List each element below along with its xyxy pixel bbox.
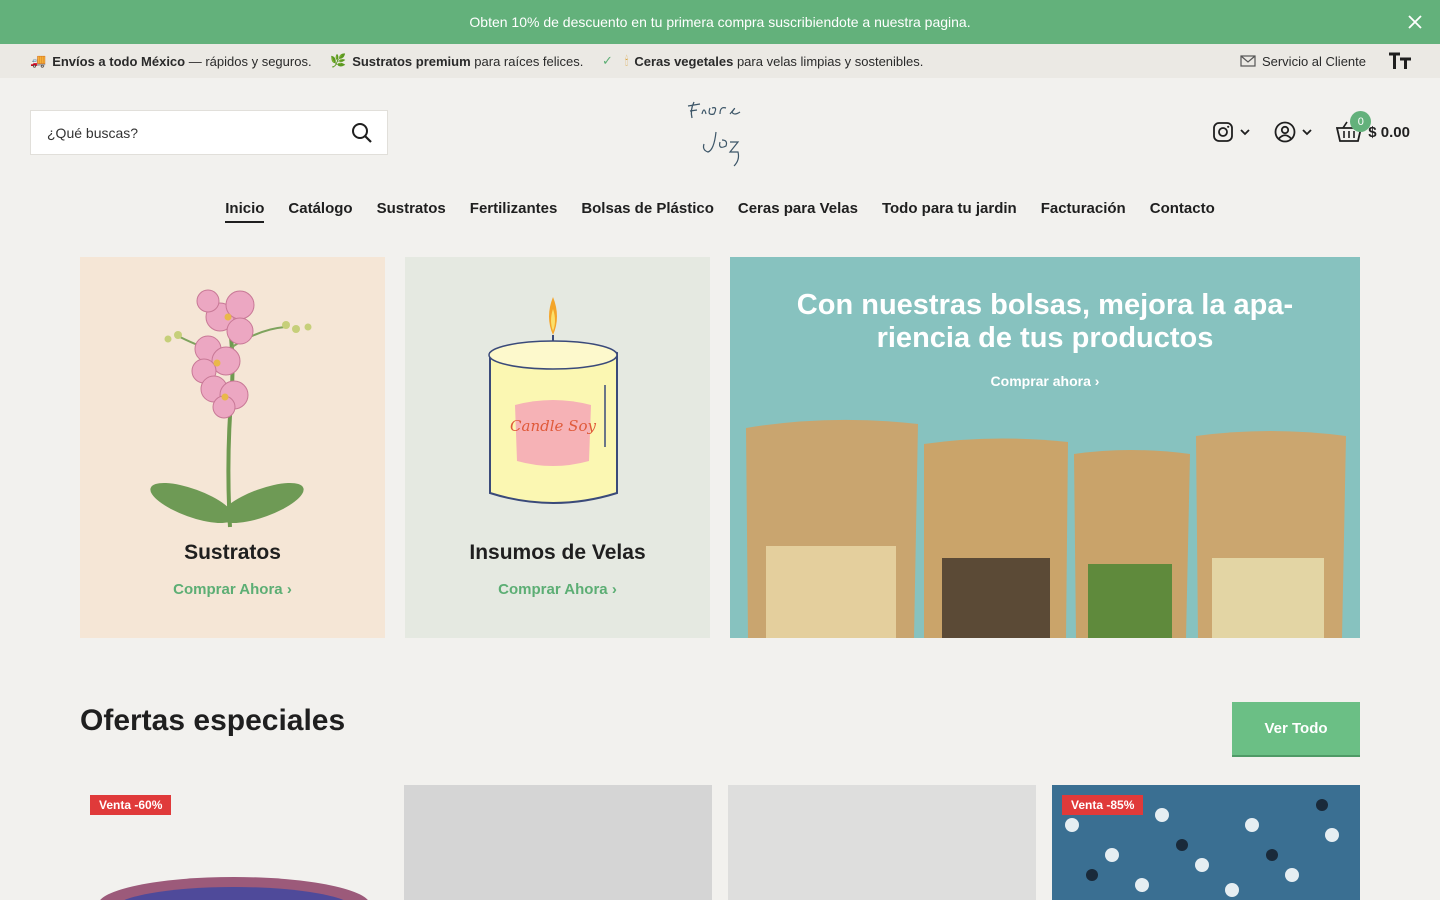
instagram-dropdown[interactable] xyxy=(1212,121,1250,143)
sale-badge: Venta -60% xyxy=(90,795,172,815)
text-size-icon[interactable] xyxy=(1388,51,1412,71)
leaf-icon: 🌿 xyxy=(330,53,347,68)
search-box xyxy=(30,110,388,155)
tile-title: Insumos de Velas xyxy=(469,541,646,564)
account-dropdown[interactable] xyxy=(1274,121,1312,143)
tile-title: Sustratos xyxy=(184,541,281,564)
nav-item-facturacion[interactable]: Facturación xyxy=(1029,196,1138,221)
search-icon[interactable] xyxy=(351,122,373,144)
announcement-text: Obten 10% de descuento en tu primera com… xyxy=(469,14,971,30)
customer-service-link[interactable]: Servicio al Cliente xyxy=(1240,54,1366,69)
nav-item-catalogo[interactable]: Catálogo xyxy=(276,196,364,221)
section-title-ofertas: Ofertas especiales xyxy=(80,704,346,737)
header-actions: 0 $ 0.00 xyxy=(1212,111,1410,150)
chevron-right-icon: › xyxy=(611,581,617,598)
check-icon: ✓ xyxy=(602,53,613,68)
tile-link-comprar-ahora[interactable]: Comprar Ahora › xyxy=(405,581,710,598)
chevron-down-icon xyxy=(1240,129,1250,136)
search-input[interactable] xyxy=(47,124,351,141)
nav-item-sustratos[interactable]: Sustratos xyxy=(365,196,458,221)
product-card[interactable] xyxy=(728,785,1036,900)
main-nav: Inicio Catálogo Sustratos Fertilizantes … xyxy=(0,196,1440,223)
nav-item-bolsas[interactable]: Bolsas de Plástico xyxy=(569,196,726,221)
candle-icon: 🕯 xyxy=(624,53,629,68)
candle-illustration: Candle Soy xyxy=(488,297,618,504)
close-icon[interactable] xyxy=(1404,11,1426,33)
site-logo[interactable] xyxy=(680,92,756,172)
product-card[interactable] xyxy=(404,785,712,900)
orchid-illustration xyxy=(150,289,312,528)
usp-bar: 🚚 Envíos a todo México — rápidos y segur… xyxy=(0,44,1440,78)
ver-todo-button[interactable]: Ver Todo xyxy=(1232,702,1360,757)
sale-badge: Venta -85% xyxy=(1062,795,1144,815)
bags-promo-banner[interactable]: Con nuestras bolsas, mejora la apa-rienc… xyxy=(730,257,1360,638)
chevron-right-icon: › xyxy=(1094,373,1100,389)
nav-item-fertilizantes[interactable]: Fertilizantes xyxy=(458,196,570,221)
usp-item-waxes: ✓ 🕯 Ceras vegetales para velas limpias y… xyxy=(602,53,924,69)
chevron-down-icon xyxy=(1302,129,1312,136)
banner-title: Con nuestras bolsas, mejora la apa-rienc… xyxy=(796,289,1294,354)
user-icon xyxy=(1274,121,1296,143)
fiore-jaz-logo xyxy=(687,101,741,167)
tile-link-comprar-ahora[interactable]: Comprar Ahora › xyxy=(80,581,385,598)
candle-label-text: Candle Soy xyxy=(510,417,596,435)
banner-link-comprar-ahora[interactable]: Comprar ahora › xyxy=(730,373,1360,389)
nav-item-jardin[interactable]: Todo para tu jardin xyxy=(870,196,1029,221)
nav-item-ceras[interactable]: Ceras para Velas xyxy=(726,196,870,221)
product-card[interactable]: Venta -60% xyxy=(80,785,388,900)
mail-icon xyxy=(1240,55,1256,67)
chevron-right-icon: › xyxy=(286,581,292,598)
category-tile-insumos-velas[interactable]: Candle Soy Insumos de Velas Comprar Ahor… xyxy=(405,257,710,638)
cart-total: $ 0.00 xyxy=(1368,123,1410,141)
nav-item-inicio[interactable]: Inicio xyxy=(213,196,276,223)
product-card[interactable]: Venta -85% xyxy=(1052,785,1360,900)
cart-button[interactable]: 0 $ 0.00 xyxy=(1336,111,1410,143)
truck-icon: 🚚 xyxy=(30,53,47,68)
nav-item-contacto[interactable]: Contacto xyxy=(1138,196,1227,221)
category-tile-sustratos[interactable]: Sustratos Comprar Ahora › xyxy=(80,257,385,638)
announcement-bar: Obten 10% de descuento en tu primera com… xyxy=(0,0,1440,44)
kraft-bags-image xyxy=(746,419,1346,638)
usp-item-substrates: 🌿 Sustratos premium para raíces felices. xyxy=(330,53,584,69)
usp-item-shipping: 🚚 Envíos a todo México — rápidos y segur… xyxy=(30,53,312,69)
instagram-icon xyxy=(1213,122,1234,142)
